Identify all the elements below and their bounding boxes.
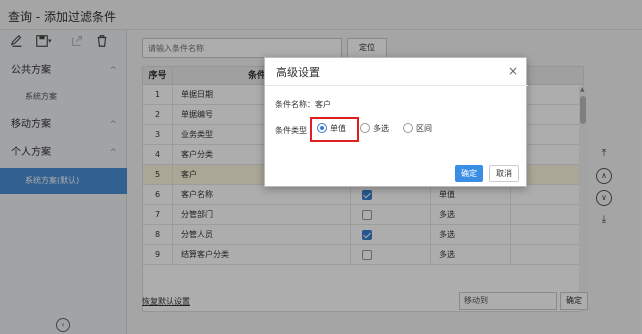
condition-name-row: 条件名称：客户 [275, 99, 331, 110]
radio-multi-label: 多选 [373, 124, 389, 133]
radio-multi-dot[interactable] [360, 123, 370, 133]
dialog-ok-button[interactable]: 确定 [455, 165, 483, 182]
condition-name-label: 条件名称： [275, 100, 315, 109]
highlight-box [310, 117, 359, 142]
radio-range-dot[interactable] [403, 123, 413, 133]
condition-type-label: 条件类型 [275, 126, 307, 135]
advanced-settings-dialog: 高级设置 × 条件名称：客户 条件类型 单值 多选 区间 确定 取消 [264, 57, 528, 187]
dialog-title: 高级设置 [276, 66, 320, 79]
dialog-header: 高级设置 × [265, 58, 528, 86]
dialog-cancel-button[interactable]: 取消 [489, 165, 519, 182]
radio-range-label: 区间 [416, 124, 432, 133]
close-icon[interactable]: × [508, 64, 518, 78]
condition-name-value: 客户 [315, 100, 331, 109]
